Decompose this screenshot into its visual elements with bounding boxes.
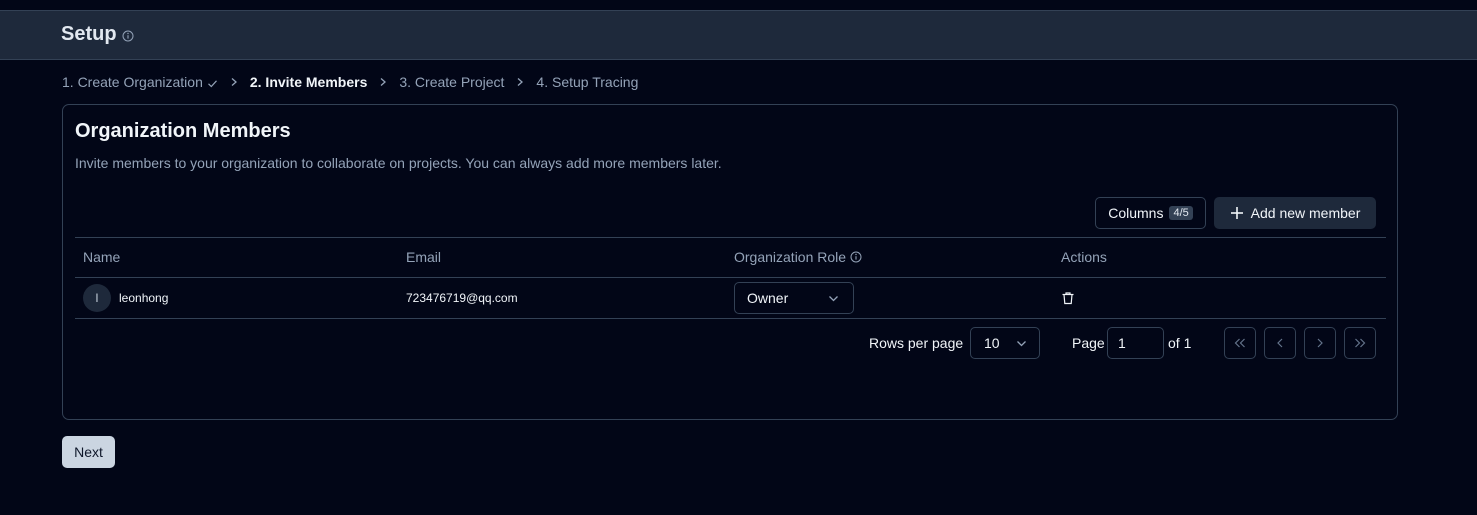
- chevron-left-icon: [1277, 338, 1283, 348]
- pagination: Rows per page 10 Page of 1: [63, 327, 1399, 359]
- top-strip: [0, 0, 1477, 10]
- member-name-cell: l leonhong: [83, 278, 168, 318]
- table-row: l leonhong 723476719@qq.com Owner: [75, 278, 1386, 319]
- chevron-right-icon: [1317, 338, 1323, 348]
- members-table: Name Email Organization Role Actions l l…: [75, 237, 1386, 319]
- next-page-button[interactable]: [1304, 327, 1336, 359]
- check-icon: [207, 80, 217, 88]
- card-title: Organization Members: [75, 120, 291, 142]
- setup-stepper: 1. Create Organization 2. Invite Members…: [62, 73, 638, 91]
- rows-per-page-label: Rows per page: [869, 335, 964, 351]
- member-email: 723476719@qq.com: [406, 291, 518, 305]
- step-create-project[interactable]: 3. Create Project: [399, 74, 504, 90]
- page-number-input[interactable]: [1107, 327, 1164, 359]
- page-header: Setup: [0, 10, 1477, 60]
- role-select[interactable]: Owner: [734, 282, 854, 314]
- chevrons-right-icon: [1355, 338, 1366, 348]
- page-label: Page: [1072, 335, 1105, 351]
- member-role-cell: Owner: [734, 278, 854, 318]
- column-header-email: Email: [406, 249, 442, 265]
- chevron-down-icon: [829, 295, 838, 301]
- column-header-role: Organization Role: [734, 249, 862, 265]
- avatar: l: [83, 284, 111, 312]
- add-new-member-button[interactable]: Add new member: [1214, 197, 1376, 229]
- info-icon[interactable]: [122, 30, 134, 42]
- member-email-cell: 723476719@qq.com: [406, 278, 518, 318]
- trash-icon[interactable]: [1061, 291, 1075, 305]
- chevron-right-icon: [517, 78, 524, 86]
- card-description: Invite members to your organization to c…: [75, 155, 722, 171]
- rows-per-page-select[interactable]: 10: [970, 327, 1040, 359]
- columns-count-badge: 4/5: [1169, 206, 1193, 220]
- members-card: Organization Members Invite members to y…: [62, 104, 1398, 420]
- columns-label: Columns: [1108, 205, 1164, 221]
- member-actions-cell: [1061, 278, 1075, 318]
- rows-per-page-value: 10: [984, 335, 1000, 351]
- first-page-button[interactable]: [1224, 327, 1256, 359]
- column-header-actions: Actions: [1061, 249, 1107, 265]
- next-button[interactable]: Next: [62, 436, 115, 468]
- table-header: Name Email Organization Role Actions: [75, 237, 1386, 278]
- member-name: leonhong: [119, 291, 169, 305]
- previous-page-button[interactable]: [1264, 327, 1296, 359]
- chevron-right-icon: [231, 78, 237, 86]
- columns-button[interactable]: Columns 4/5: [1095, 197, 1206, 229]
- add-new-member-label: Add new member: [1250, 205, 1361, 221]
- chevrons-left-icon: [1234, 338, 1245, 348]
- info-icon[interactable]: [850, 251, 862, 263]
- next-label: Next: [74, 444, 103, 460]
- chevron-down-icon: [1017, 340, 1026, 346]
- plus-icon: [1230, 207, 1243, 219]
- step-invite-members[interactable]: 2. Invite Members: [250, 74, 368, 90]
- role-value: Owner: [747, 290, 789, 306]
- last-page-button[interactable]: [1344, 327, 1376, 359]
- step-setup-tracing[interactable]: 4. Setup Tracing: [536, 74, 638, 90]
- page-count-label: of 1: [1168, 335, 1192, 351]
- step-create-organization[interactable]: 1. Create Organization: [62, 74, 218, 90]
- chevron-right-icon: [380, 78, 387, 86]
- column-header-name: Name: [83, 249, 121, 265]
- page-title: Setup: [61, 23, 117, 45]
